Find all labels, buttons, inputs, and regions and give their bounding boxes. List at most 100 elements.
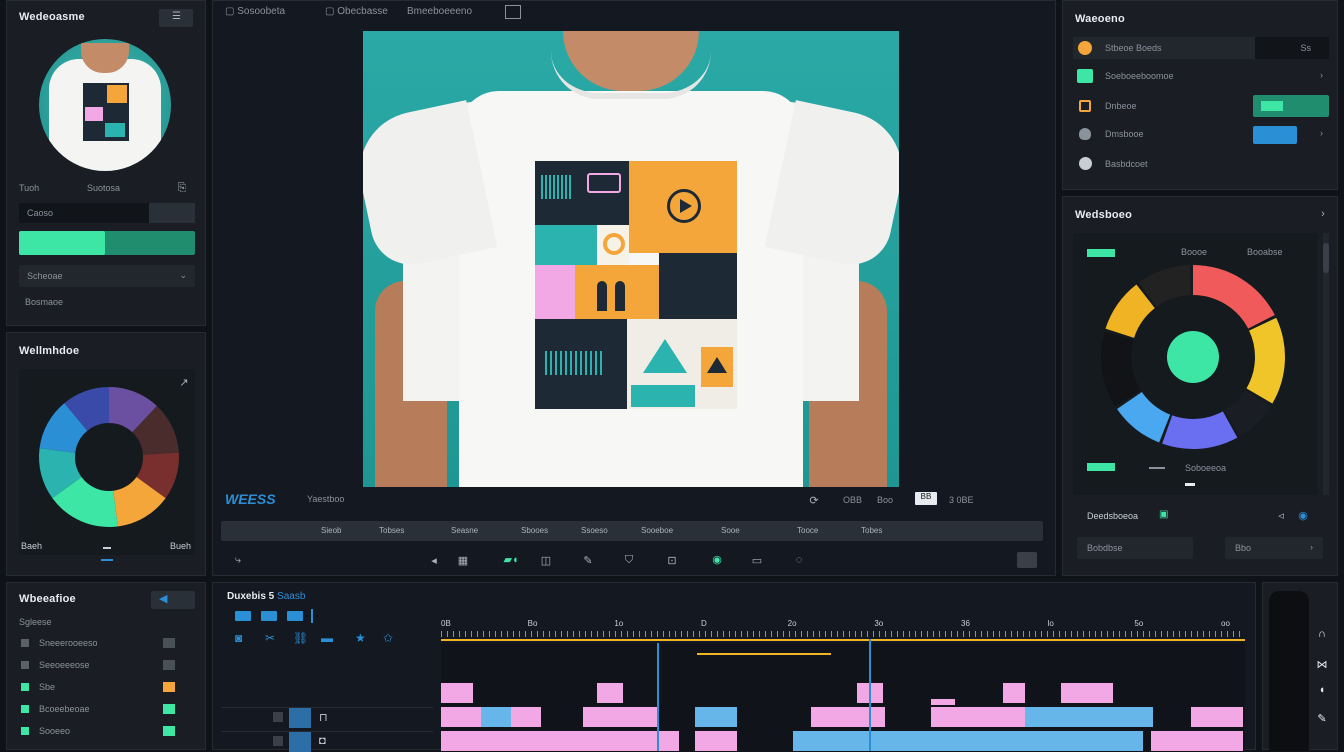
layer-item[interactable]: Sneeerooeeso (19, 635, 195, 653)
bag-icon (1079, 100, 1091, 112)
layer-visibility-toggle[interactable] (163, 726, 175, 736)
bucket-icon[interactable]: ⛉ (621, 553, 637, 567)
tab-2[interactable]: ▢ Obecbasse (325, 6, 388, 17)
fullscreen-button[interactable] (1017, 552, 1037, 568)
layer-item[interactable]: Sooeeo (19, 723, 195, 741)
grid-icon[interactable]: ▦ (455, 553, 471, 567)
track-header[interactable]: ⊓ (221, 707, 433, 728)
layer-item[interactable]: Seeoeeeose (19, 657, 195, 675)
clip[interactable] (811, 707, 885, 727)
track-header[interactable]: ◘ (221, 731, 433, 752)
layer-visibility-toggle[interactable] (163, 638, 175, 648)
clip[interactable] (511, 707, 541, 727)
action-button-2[interactable]: Bbo › (1225, 537, 1323, 559)
clip[interactable] (695, 707, 737, 727)
clip[interactable] (441, 683, 473, 703)
cut-icon[interactable] (235, 611, 251, 621)
clip[interactable] (481, 707, 511, 727)
rewind-icon[interactable]: ◂ (427, 553, 441, 567)
progress-bar[interactable] (19, 231, 195, 255)
chevron-right-icon[interactable]: › (1317, 207, 1329, 221)
sync-icon[interactable]: ⟳ (807, 493, 821, 507)
trim-icon[interactable] (287, 611, 303, 621)
track-color (289, 708, 311, 728)
info-icon[interactable]: ◉ (1297, 509, 1309, 522)
property-row[interactable]: Dnbeoe (1073, 95, 1329, 117)
star-icon[interactable]: ★ (355, 631, 366, 645)
split-icon[interactable] (261, 611, 277, 621)
layer-item[interactable]: Bcoeebeoae (19, 701, 195, 719)
headphones-icon[interactable]: ∩ (1315, 627, 1329, 641)
layout-icon[interactable] (505, 5, 521, 19)
clip[interactable] (1061, 683, 1113, 703)
track-lock-icon[interactable]: ⊓ (319, 711, 328, 724)
property-row[interactable]: Basbdcoet (1073, 153, 1329, 175)
add-layer-button[interactable]: ◀ (151, 591, 195, 609)
tab-1[interactable]: ▢ Sosoobeta (225, 6, 285, 17)
timeline-panel: Duxebis 5 Saasb ◙ ✂ ⛓ ▬ ★ ✩ 0B Bo 1o D 2o 3o 3… (212, 582, 1256, 752)
tab-3[interactable]: Bmeeboeeeno (407, 6, 472, 17)
record-icon[interactable]: ◉ (709, 551, 725, 567)
edit-icon[interactable]: ✎ (1315, 711, 1329, 725)
crop-icon[interactable]: ⊡ (665, 553, 679, 567)
pen-icon[interactable]: ✎ (581, 553, 595, 567)
mixer-icon[interactable]: ⋈ (1315, 657, 1329, 671)
time-ruler[interactable]: 0B Bo 1o D 2o 3o 36 lo 5o oo (441, 619, 1245, 641)
layer-visibility-toggle[interactable] (163, 704, 175, 714)
cc-icon[interactable]: ▬ (321, 631, 333, 645)
camera-icon[interactable]: ◙ (235, 631, 242, 645)
star-outline-icon[interactable]: ✩ (383, 631, 393, 645)
layer-item[interactable]: Sbe (19, 679, 195, 697)
shield-icon (1079, 128, 1091, 140)
panel-menu-button[interactable]: ☰ (159, 9, 193, 27)
clip[interactable] (793, 731, 1143, 751)
tshirt-thumbnail[interactable] (39, 39, 171, 171)
property-row[interactable]: Dmsbooe › (1073, 123, 1329, 145)
volume-icon[interactable]: ◖ (1315, 683, 1329, 697)
blue-slider[interactable] (1253, 126, 1297, 144)
link-icon[interactable]: ⎘ (175, 181, 189, 195)
input-field[interactable]: Caoso (19, 203, 195, 223)
layer-color-swatch (21, 661, 29, 669)
clip[interactable] (441, 731, 679, 751)
clip[interactable] (1151, 731, 1243, 751)
clip[interactable] (931, 707, 1001, 727)
dropdown-row[interactable]: Scheoae ⌄ (19, 265, 195, 287)
scrollbar[interactable] (1323, 233, 1329, 495)
small-button[interactable]: BB (915, 492, 937, 505)
preview-canvas[interactable] (363, 31, 899, 487)
frame-icon[interactable]: ◫ (539, 553, 553, 567)
clip[interactable] (1025, 707, 1153, 727)
layer-visibility-toggle[interactable] (163, 660, 175, 670)
marker-strip[interactable]: Sieob Tobses Seasne Sbooes Ssoeso Sooeboe Sooe… (221, 521, 1043, 541)
playhead-2[interactable] (869, 639, 871, 751)
clip[interactable] (441, 707, 481, 727)
clip[interactable] (583, 707, 659, 727)
action-button-1[interactable]: Bobdbse (1077, 537, 1193, 559)
property-row[interactable]: Stbeoe Boeds Ss (1073, 37, 1329, 59)
property-row[interactable]: Soeboeeboomoe › (1073, 65, 1329, 87)
arrow-icon[interactable]: ◃ (1275, 509, 1287, 522)
toggle-icon[interactable]: ▣ (1159, 509, 1173, 521)
track-lock-icon[interactable]: ◘ (319, 735, 326, 747)
loop-icon[interactable]: ⤷ (231, 553, 245, 567)
camera-icon[interactable]: ▰◖ (497, 551, 525, 567)
clip[interactable] (695, 731, 737, 751)
clip[interactable] (597, 683, 623, 703)
tab-icon: ▢ (325, 6, 338, 17)
link-icon[interactable]: ⛓ (293, 631, 308, 645)
clip[interactable] (1003, 683, 1025, 703)
clip[interactable] (931, 699, 955, 705)
layer-visibility-toggle[interactable] (163, 682, 175, 692)
playhead[interactable] (657, 643, 659, 751)
track-icon (273, 736, 283, 746)
clip[interactable] (1191, 707, 1243, 727)
speech-icon[interactable]: ◌ (791, 553, 807, 567)
clip[interactable] (1001, 707, 1025, 727)
marker-icon[interactable] (311, 609, 313, 623)
toggle-control[interactable] (1253, 95, 1329, 117)
marker-label: Tobes (861, 526, 883, 535)
track-area[interactable] (441, 639, 1245, 751)
image-icon[interactable]: ▭ (749, 553, 765, 567)
scissors-icon[interactable]: ✂ (265, 631, 275, 645)
